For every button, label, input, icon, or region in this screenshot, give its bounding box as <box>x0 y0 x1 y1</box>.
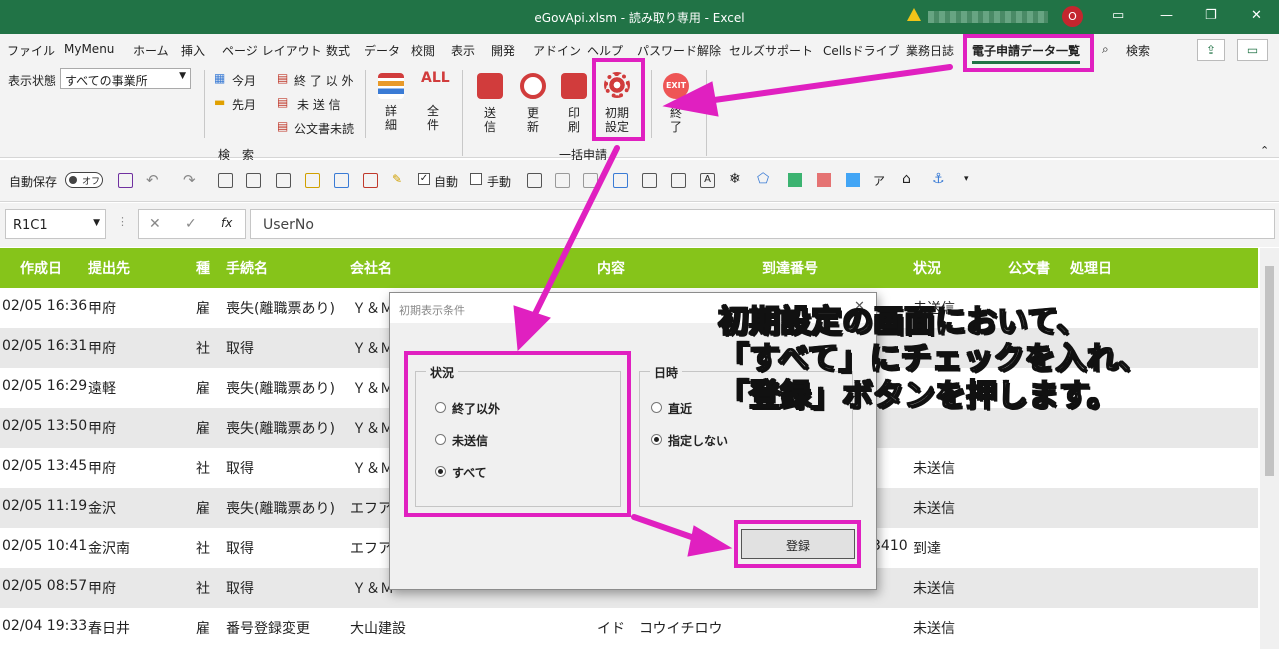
arrow-line <box>529 145 620 323</box>
arrow-line <box>697 64 953 105</box>
arrow-line <box>631 514 703 543</box>
arrowhead <box>687 525 733 557</box>
arrowhead <box>513 305 551 352</box>
annotation-line: 「すべて」にチェックを入れ、 <box>717 340 1149 378</box>
instruction-annotation: 初期設定の画面において、 「すべて」にチェックを入れ、 「登録」ボタンを押します… <box>717 303 1238 415</box>
arrowhead <box>662 81 719 117</box>
annotation-line: 「登録」ボタンを押します。 <box>717 377 1118 415</box>
annotation-line: 初期設定の画面において、 <box>717 303 1088 341</box>
